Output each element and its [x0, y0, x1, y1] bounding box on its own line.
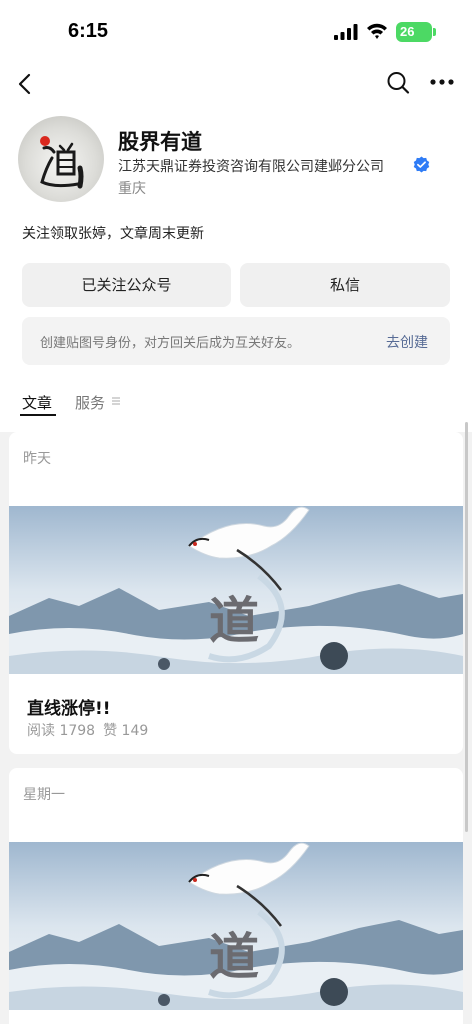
- wifi-icon: [367, 23, 387, 39]
- location: 重庆: [118, 181, 146, 197]
- create-link[interactable]: 去创建: [386, 332, 428, 352]
- avatar[interactable]: [18, 116, 104, 202]
- verified-badge-icon: [413, 156, 430, 173]
- article-title: 直线涨停!!: [27, 699, 111, 719]
- account-name: 股界有道: [118, 130, 202, 154]
- active-tab-indicator: [20, 414, 56, 416]
- company-name: 江苏天鼎证券投资咨询有限公司建邺分公司: [118, 159, 384, 175]
- like-count: 赞 149: [103, 723, 149, 739]
- cover-calligraphy-text: 道: [209, 927, 259, 986]
- profile-header: [0, 0, 472, 432]
- battery-tip: [433, 28, 436, 36]
- private-message-button[interactable]: 私信: [240, 263, 450, 307]
- status-bar: 6:15 26: [0, 0, 472, 64]
- more-options-icon[interactable]: [430, 78, 454, 86]
- article-stats: 阅读 1798 赞 149: [27, 720, 156, 740]
- invite-text: 创建贴图号身份，对方回关后成为互关好友。: [40, 336, 301, 351]
- status-time: 6:15: [68, 20, 109, 42]
- tab-articles[interactable]: 文章: [22, 392, 52, 413]
- avatar-calligraphy-icon: [40, 142, 84, 189]
- cover-calligraphy-text: 道: [209, 591, 259, 650]
- followed-account-button[interactable]: 已关注公众号: [22, 263, 231, 307]
- article-date: 昨天: [23, 451, 51, 467]
- tab-services[interactable]: 服务: [75, 392, 105, 413]
- bio: 关注领取张婷，文章周末更新: [22, 226, 204, 242]
- article-card[interactable]: 星期一 道: [9, 768, 463, 1024]
- article-date: 星期一: [23, 787, 65, 803]
- scrollbar[interactable]: [465, 422, 468, 832]
- battery-indicator: 26: [396, 22, 432, 42]
- search-icon[interactable]: [386, 70, 410, 96]
- article-cover-image: 道: [9, 506, 463, 674]
- article-cover-image: 道: [9, 842, 463, 1010]
- article-card[interactable]: 昨天 道 直线涨停!! 阅读 1798 赞 149: [9, 432, 463, 754]
- read-count: 阅读 1798: [27, 723, 96, 739]
- invite-banner: 创建贴图号身份，对方回关后成为互关好友。 去创建: [22, 317, 450, 365]
- back-icon[interactable]: [12, 70, 40, 98]
- menu-lines-icon: [112, 397, 120, 405]
- cellular-signal-icon: [334, 24, 358, 40]
